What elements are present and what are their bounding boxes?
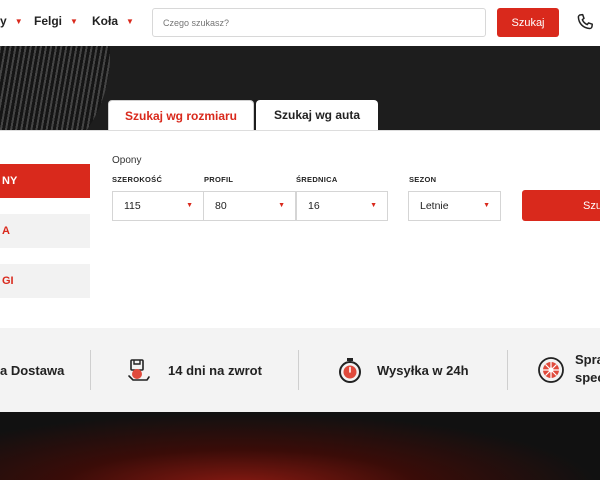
sidebar-item-kola[interactable]: A [0, 214, 90, 248]
chevron-down-icon: ▼ [483, 202, 490, 209]
divider [298, 350, 299, 390]
wheel-icon [538, 357, 564, 383]
divider [90, 350, 91, 390]
chevron-down-icon: ▼ [70, 16, 78, 26]
benefit-label: a Dostawa [0, 362, 65, 378]
benefit-returns: 14 dni na zwrot [168, 328, 262, 412]
sidebar-item-opony[interactable]: NY [0, 164, 90, 198]
chevron-down-icon: ▼ [126, 16, 134, 26]
search-submit-button[interactable]: Szu [522, 190, 600, 221]
season-label: SEZON [409, 175, 437, 184]
benefit-specialist: Spra spec [575, 351, 600, 387]
benefit-label: Spra [575, 352, 600, 367]
search-tabs: Szukaj wg rozmiaru Szukaj wg auta [0, 100, 600, 130]
season-select[interactable]: Letnie ▼ [408, 191, 501, 221]
profile-label: PROFIL [204, 175, 234, 184]
profile-value: 80 [215, 200, 227, 212]
search-panel: NY A GI Opony SZEROKOŚĆ 115 ▼ PROFIL 80 … [0, 130, 600, 328]
nav-item-kola[interactable]: Koła ▼ [92, 14, 134, 28]
nav-item-label: Felgi [34, 14, 63, 28]
width-label: SZEROKOŚĆ [112, 175, 163, 184]
divider [507, 350, 508, 390]
stopwatch-icon [339, 358, 361, 383]
chevron-down-icon: ▼ [278, 202, 285, 209]
sidebar-item-felgi[interactable]: GI [0, 264, 90, 298]
return-box-icon [128, 359, 150, 381]
tab-search-by-car[interactable]: Szukaj wg auta [256, 100, 378, 130]
promo-banner [0, 412, 600, 480]
diameter-label: ŚREDNICA [296, 175, 338, 184]
tab-search-by-size[interactable]: Szukaj wg rozmiaru [108, 100, 254, 130]
benefit-label-line2: spec [575, 370, 600, 385]
search-button[interactable]: Szukaj [497, 8, 559, 37]
benefit-shipping: Wysyłka w 24h [377, 328, 469, 412]
chevron-down-icon: ▼ [14, 16, 23, 26]
benefit-delivery: a Dostawa [0, 328, 64, 412]
benefits-strip: a Dostawa 14 dni na zwrot Wysyłka w 24h … [0, 328, 600, 412]
chevron-down-icon: ▼ [370, 202, 377, 209]
width-select[interactable]: 115 ▼ [112, 191, 204, 221]
nav-item-opony[interactable]: y ▼ [0, 14, 23, 28]
season-value: Letnie [420, 200, 449, 212]
width-value: 115 [124, 200, 141, 212]
nav-item-label: Koła [92, 14, 119, 28]
benefit-label: Wysyłka w 24h [377, 362, 469, 378]
diameter-select[interactable]: 16 ▼ [296, 191, 388, 221]
top-header: y ▼ Felgi ▼ Koła ▼ Szukaj [0, 0, 600, 46]
search-box [152, 8, 486, 37]
benefit-label: 14 dni na zwrot [168, 362, 262, 378]
nav-item-label: y [0, 14, 7, 28]
phone-icon[interactable] [575, 12, 595, 32]
search-input[interactable] [153, 9, 485, 36]
chevron-down-icon: ▼ [186, 202, 193, 209]
form-title: Opony [112, 155, 142, 166]
diameter-value: 16 [308, 200, 320, 212]
nav-item-felgi[interactable]: Felgi ▼ [34, 14, 78, 28]
profile-select[interactable]: 80 ▼ [203, 191, 296, 221]
